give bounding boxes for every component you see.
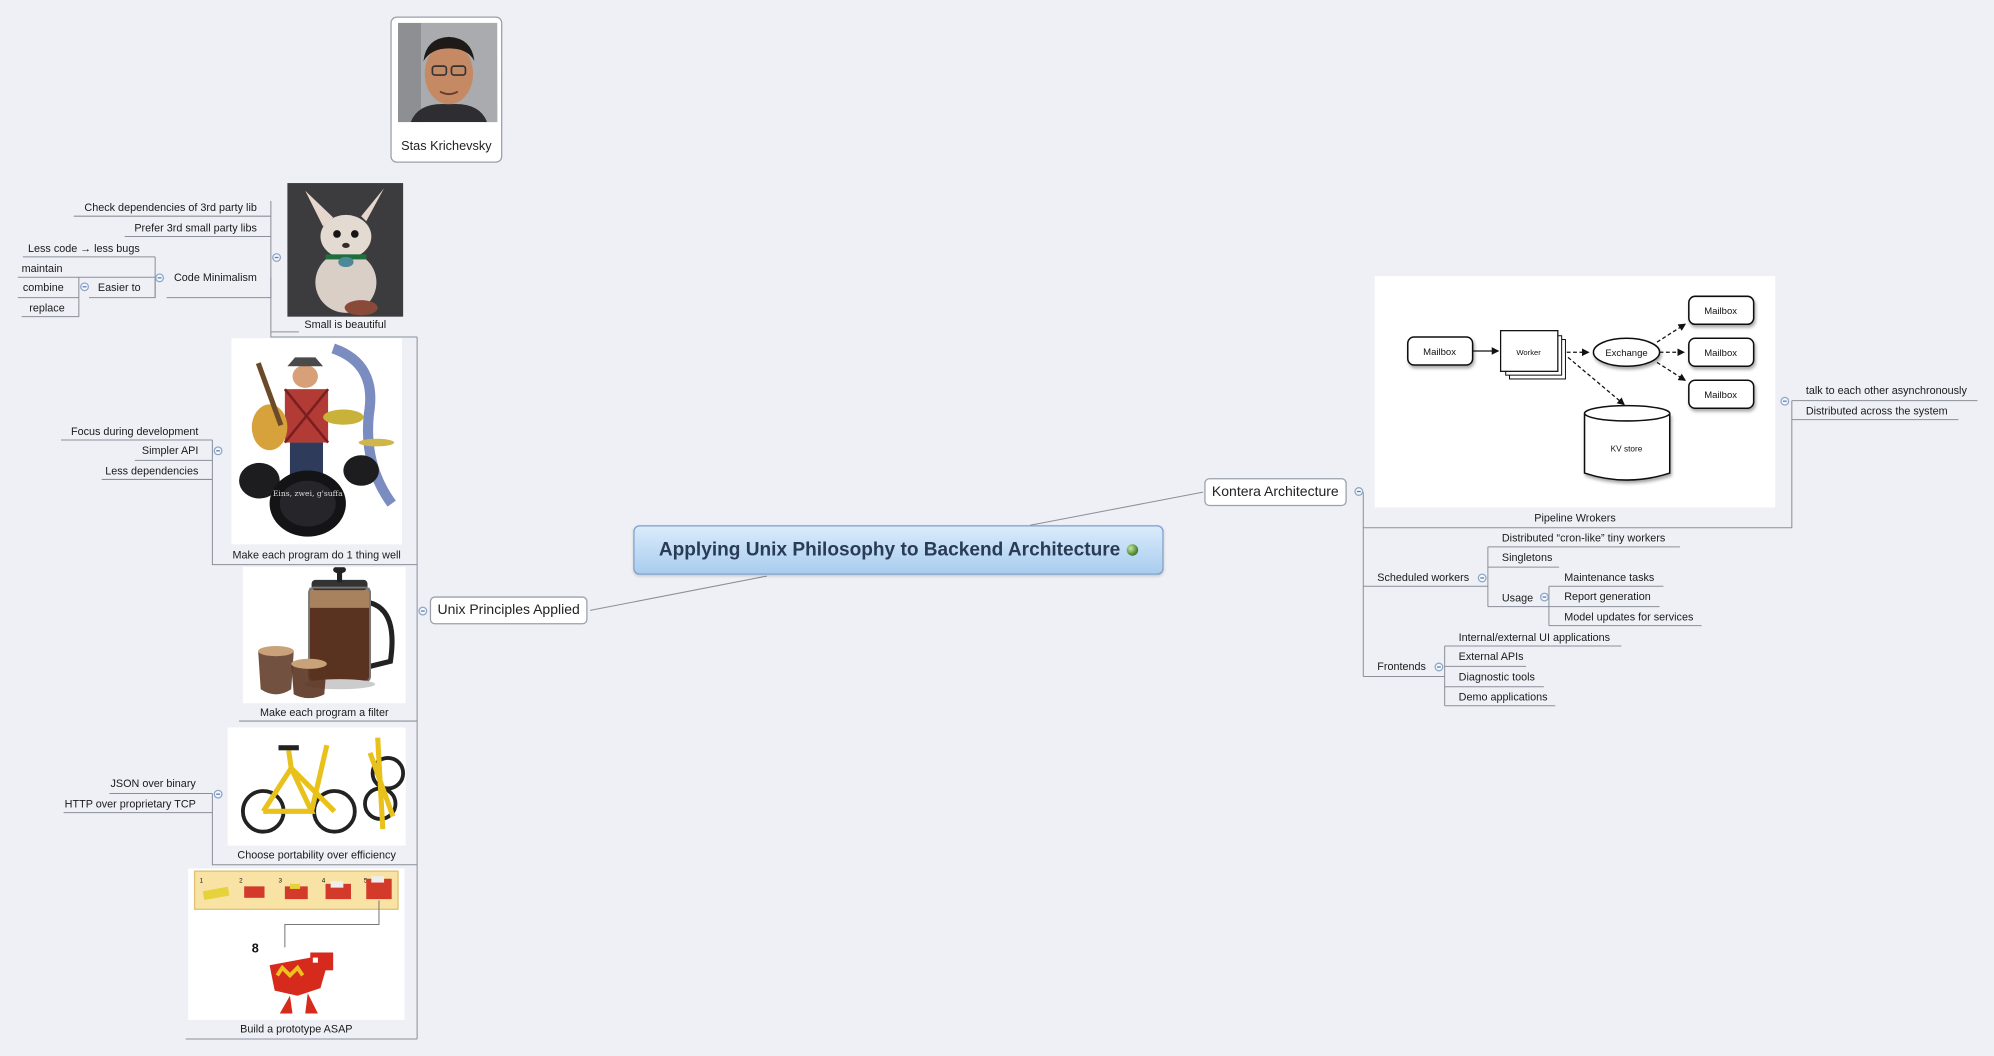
cron-workers-label[interactable]: Distributed “cron-like” tiny workers (1502, 532, 1665, 546)
code-minimalism-label[interactable]: Code Minimalism (153, 271, 257, 285)
report-label[interactable]: Report generation (1564, 590, 1651, 604)
prefer-small-libs-label[interactable]: Prefer 3rd small party libs (51, 221, 257, 235)
central-topic-title: Applying Unix Philosophy to Backend Arch… (658, 539, 1121, 561)
singletons-label[interactable]: Singletons (1502, 551, 1552, 565)
french-press-image (242, 567, 406, 704)
less-deps-label[interactable]: Less dependencies (25, 464, 198, 478)
portability-label[interactable]: Choose portability over efficiency (216, 848, 417, 862)
collapse-toggle[interactable] (1434, 662, 1444, 672)
kontera-architecture-topic[interactable]: Kontera Architecture (1204, 478, 1347, 507)
mind-map-canvas: Applying Unix Philosophy to Backend Arch… (0, 0, 1994, 1056)
step-number: 8 (252, 941, 259, 956)
author-card[interactable]: Stas Krichevsky (390, 16, 503, 163)
replace-label[interactable]: replace (29, 301, 64, 315)
kv-store-label: KV store (1611, 444, 1643, 453)
chihuahua-image (287, 183, 404, 317)
scheduled-workers-label[interactable]: Scheduled workers (1377, 571, 1469, 585)
collapse-toggle[interactable] (418, 606, 428, 616)
collapse-toggle[interactable] (1780, 396, 1790, 406)
collapse-toggle[interactable] (213, 789, 223, 799)
link-central-kontera (1029, 491, 1204, 526)
distributed-label[interactable]: Distributed across the system (1806, 404, 1948, 418)
pipeline-workers-label[interactable]: Pipeline Wrokers (1375, 511, 1776, 525)
collapse-toggle[interactable] (1540, 592, 1549, 602)
step-number: 4 (322, 878, 326, 885)
maintain-label[interactable]: maintain (22, 262, 63, 276)
json-label[interactable]: JSON over binary (25, 777, 196, 791)
mailbox-out-label: Mailbox (1704, 390, 1737, 401)
drum-text: Eins, zwei, g'suffa (273, 489, 343, 498)
collapse-toggle[interactable] (272, 253, 282, 262)
usage-label[interactable]: Usage (1502, 591, 1533, 605)
easier-to-label[interactable]: Easier to (98, 281, 141, 295)
central-topic[interactable]: Applying Unix Philosophy to Backend Arch… (633, 525, 1164, 575)
link-central-unix (589, 575, 767, 611)
less-code-label[interactable]: Less code → less bugs (28, 242, 140, 256)
diagnostic-tools-label[interactable]: Diagnostic tools (1459, 670, 1535, 684)
talk-async-label[interactable]: talk to each other asynchronously (1806, 384, 1967, 398)
maintenance-label[interactable]: Maintenance tasks (1564, 571, 1654, 585)
model-updates-label[interactable]: Model updates for services (1564, 610, 1693, 624)
folding-bike-image (227, 727, 406, 846)
filter-label[interactable]: Make each program a filter (243, 706, 406, 720)
small-is-beautiful-label[interactable]: Small is beautiful (287, 318, 403, 332)
focus-label[interactable]: Focus during development (25, 425, 198, 439)
lego-prototype-image: 1 2 3 4 5 8 (188, 868, 405, 1020)
ui-apps-label[interactable]: Internal/external UI applications (1459, 631, 1610, 645)
step-number: 1 (200, 878, 204, 885)
simpler-api-label[interactable]: Simpler API (25, 444, 198, 458)
mailbox-out-label: Mailbox (1704, 306, 1737, 317)
step-number: 2 (239, 878, 243, 885)
one-thing-label[interactable]: Make each program do 1 thing well (216, 548, 417, 562)
collapse-toggle[interactable] (1354, 487, 1364, 496)
collapse-toggle[interactable] (213, 446, 223, 456)
globe-icon (1126, 543, 1139, 556)
combine-label[interactable]: combine (23, 281, 64, 295)
author-photo (398, 22, 498, 123)
frontends-label[interactable]: Frontends (1377, 660, 1426, 674)
collapse-toggle[interactable] (1477, 573, 1487, 583)
unix-principles-topic[interactable]: Unix Principles Applied (429, 596, 588, 625)
pipeline-diagram-image: Mailbox Worker Exchange Mailbox Mailbox … (1374, 275, 1776, 508)
http-label[interactable]: HTTP over proprietary TCP (25, 797, 196, 811)
collapse-toggle[interactable] (155, 273, 165, 283)
exchange-label: Exchange (1605, 348, 1647, 359)
check-deps-label[interactable]: Check dependencies of 3rd party lib (51, 201, 257, 215)
author-name: Stas Krichevsky (401, 139, 492, 154)
mailbox-in-label: Mailbox (1423, 347, 1456, 358)
step-number: 3 (279, 878, 283, 885)
external-apis-label[interactable]: External APIs (1459, 650, 1524, 664)
mailbox-out-label: Mailbox (1704, 348, 1737, 359)
demo-apps-label[interactable]: Demo applications (1459, 691, 1548, 705)
worker-label: Worker (1516, 348, 1541, 357)
prototype-label[interactable]: Build a prototype ASAP (188, 1022, 404, 1036)
one-man-band-image: Eins, zwei, g'suffa (231, 338, 402, 545)
collapse-toggle[interactable] (80, 282, 90, 292)
